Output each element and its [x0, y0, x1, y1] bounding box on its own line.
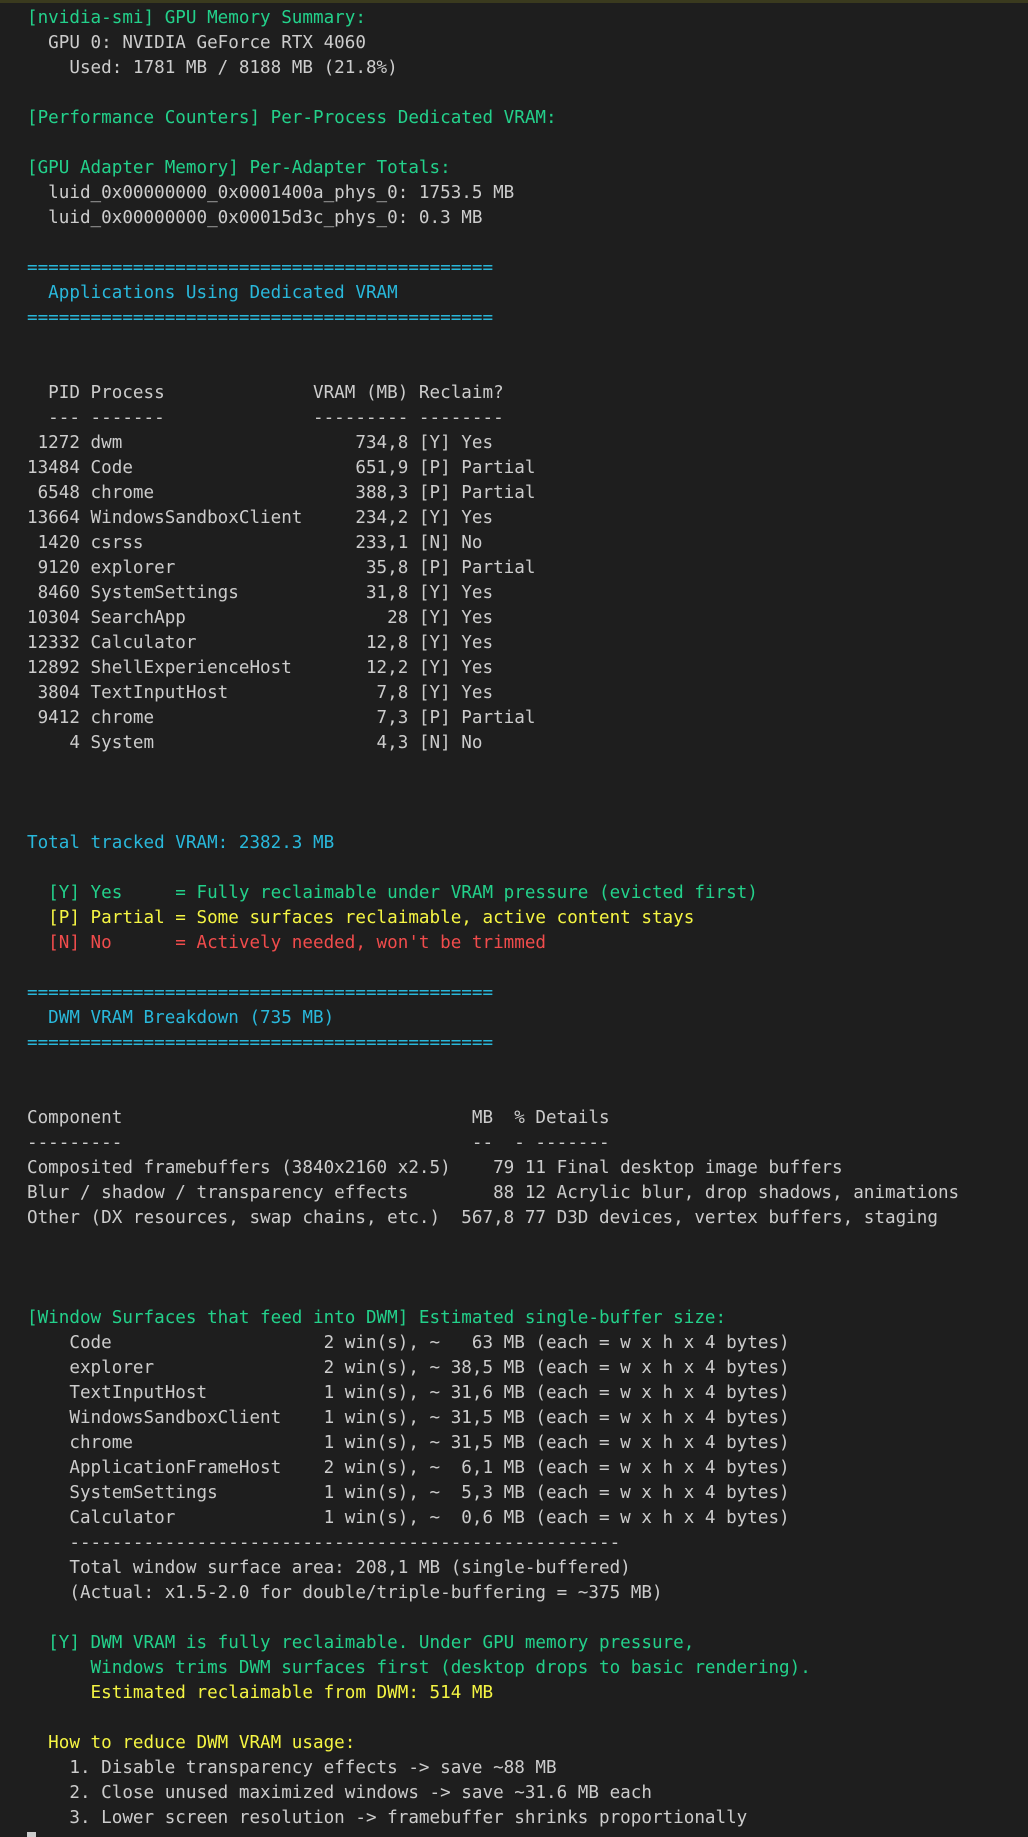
terminal-line: ========================================… [27, 983, 494, 1003]
terminal-window[interactable]: [nvidia-smi] GPU Memory Summary: GPU 0: … [0, 0, 1028, 1837]
terminal-line: [Y] DWM VRAM is fully reclaimable. Under… [27, 1633, 695, 1653]
terminal-line: 8460 SystemSettings 31,8 [Y] Yes [27, 583, 494, 603]
terminal-line: 1. Disable transparency effects -> save … [27, 1758, 557, 1778]
terminal-line: [nvidia-smi] GPU Memory Summary: [27, 8, 366, 28]
terminal-line: ========================================… [27, 308, 494, 328]
terminal-output: [nvidia-smi] GPU Memory Summary: GPU 0: … [27, 6, 959, 1837]
terminal-line: explorer 2 win(s), ~ 38,5 MB (each = w x… [27, 1358, 790, 1378]
terminal-line: --- ------- --------- -------- [27, 408, 504, 428]
terminal-line: 12332 Calculator 12,8 [Y] Yes [27, 633, 494, 653]
terminal-line: Estimated reclaimable from DWM: 514 MB [27, 1683, 494, 1703]
terminal-line: Total window surface area: 208,1 MB (sin… [27, 1558, 631, 1578]
terminal-line: GPU 0: NVIDIA GeForce RTX 4060 [27, 33, 366, 53]
terminal-line: 1272 dwm 734,8 [Y] Yes [27, 433, 494, 453]
terminal-line: ========================================… [27, 258, 494, 278]
terminal-line: [N] No = Actively needed, won't be trimm… [27, 933, 547, 953]
terminal-line: 1420 csrss 233,1 [N] No [27, 533, 483, 553]
terminal-line: (Actual: x1.5-2.0 for double/triple-buff… [27, 1583, 663, 1603]
terminal-line: PID Process VRAM (MB) Reclaim? [27, 383, 504, 403]
terminal-line: [Performance Counters] Per-Process Dedic… [27, 108, 557, 128]
terminal-line: 9120 explorer 35,8 [P] Partial [27, 558, 536, 578]
terminal-line: Applications Using Dedicated VRAM [27, 283, 398, 303]
terminal-line: Component MB % Details [27, 1108, 610, 1128]
terminal-line: ========================================… [27, 1033, 494, 1053]
terminal-line: 10304 SearchApp 28 [Y] Yes [27, 608, 494, 628]
terminal-line: Total tracked VRAM: 2382.3 MB [27, 833, 335, 853]
terminal-line: SystemSettings 1 win(s), ~ 5,3 MB (each … [27, 1483, 790, 1503]
terminal-line: WindowsSandboxClient 1 win(s), ~ 31,5 MB… [27, 1408, 790, 1428]
terminal-line: 9412 chrome 7,3 [P] Partial [27, 708, 536, 728]
terminal-line: 2. Close unused maximized windows -> sav… [27, 1783, 652, 1803]
terminal-line: luid_0x00000000_0x0001400a_phys_0: 1753.… [27, 183, 515, 203]
terminal-line: 3804 TextInputHost 7,8 [Y] Yes [27, 683, 494, 703]
terminal-line: [Window Surfaces that feed into DWM] Est… [27, 1308, 727, 1328]
terminal-line: 4 System 4,3 [N] No [27, 733, 483, 753]
terminal-line: Blur / shadow / transparency effects 88 … [27, 1183, 960, 1203]
top-edge [0, 0, 1028, 3]
terminal-line: chrome 1 win(s), ~ 31,5 MB (each = w x h… [27, 1433, 790, 1453]
terminal-line: [Y] Yes = Fully reclaimable under VRAM p… [27, 883, 758, 903]
terminal-line: --------- -- - ------- [27, 1133, 610, 1153]
text-cursor [27, 1832, 36, 1837]
terminal-line: Code 2 win(s), ~ 63 MB (each = w x h x 4… [27, 1333, 790, 1353]
terminal-line: ----------------------------------------… [27, 1533, 621, 1553]
prompt-line[interactable] [27, 1831, 959, 1837]
terminal-line: ApplicationFrameHost 2 win(s), ~ 6,1 MB … [27, 1458, 790, 1478]
terminal-line: DWM VRAM Breakdown (735 MB) [27, 1008, 335, 1028]
terminal-line: 13484 Code 651,9 [P] Partial [27, 458, 536, 478]
terminal-line: Windows trims DWM surfaces first (deskto… [27, 1658, 811, 1678]
terminal-line: 12892 ShellExperienceHost 12,2 [Y] Yes [27, 658, 494, 678]
terminal-line: Other (DX resources, swap chains, etc.) … [27, 1208, 938, 1228]
terminal-line: luid_0x00000000_0x00015d3c_phys_0: 0.3 M… [27, 208, 483, 228]
terminal-line: Used: 1781 MB / 8188 MB (21.8%) [27, 58, 398, 78]
terminal-line: Calculator 1 win(s), ~ 0,6 MB (each = w … [27, 1508, 790, 1528]
terminal-line: 3. Lower screen resolution -> framebuffe… [27, 1808, 748, 1828]
terminal-line: [GPU Adapter Memory] Per-Adapter Totals: [27, 158, 451, 178]
terminal-line: How to reduce DWM VRAM usage: [27, 1733, 356, 1753]
terminal-line: 13664 WindowsSandboxClient 234,2 [Y] Yes [27, 508, 494, 528]
terminal-line: [P] Partial = Some surfaces reclaimable,… [27, 908, 695, 928]
terminal-line: 6548 chrome 388,3 [P] Partial [27, 483, 536, 503]
terminal-line: TextInputHost 1 win(s), ~ 31,6 MB (each … [27, 1383, 790, 1403]
terminal-line: Composited framebuffers (3840x2160 x2.5)… [27, 1158, 843, 1178]
